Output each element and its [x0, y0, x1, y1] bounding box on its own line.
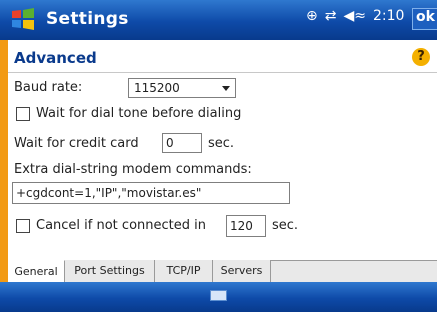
connectivity-icon[interactable]: ⊕: [306, 8, 318, 24]
clock[interactable]: 2:10: [373, 8, 404, 24]
wait-credit-card-label: Wait for credit card: [14, 136, 139, 151]
ok-button[interactable]: ok: [412, 8, 437, 30]
tab-tcp-ip[interactable]: TCP/IP: [155, 260, 213, 282]
speaker-icon[interactable]: ◀︎≈: [343, 8, 366, 24]
status-area: ⊕ ⇄ ◀︎≈ 2:10: [306, 8, 404, 24]
menu-bar: [0, 282, 437, 312]
sec-label: sec.: [272, 218, 299, 233]
baud-rate-dropdown[interactable]: 115200: [128, 78, 236, 98]
help-icon[interactable]: ?: [412, 48, 430, 66]
chevron-down-icon: [222, 86, 230, 91]
divider: [8, 72, 437, 73]
extra-dial-label: Extra dial-string modem commands:: [14, 162, 252, 177]
tab-servers[interactable]: Servers: [213, 260, 271, 282]
signal-icon[interactable]: ⇄: [325, 8, 337, 24]
cancel-checkbox[interactable]: [16, 219, 30, 233]
keyboard-icon[interactable]: [210, 290, 227, 301]
baud-rate-value: 115200: [134, 81, 180, 95]
wait-dial-tone-label: Wait for dial tone before dialing: [36, 106, 242, 121]
cancel-timeout-input[interactable]: 120: [226, 215, 266, 237]
window-title: Settings: [46, 9, 129, 29]
settings-panel: Advanced ? Baud rate: 115200 Wait for di…: [8, 40, 437, 260]
tab-bar: General Port Settings TCP/IP Servers: [8, 260, 437, 283]
page-title: Advanced: [14, 49, 97, 67]
sec-label: sec.: [208, 136, 235, 151]
windows-start-icon[interactable]: [10, 7, 36, 31]
cancel-label: Cancel if not connected in: [36, 218, 206, 233]
wait-dial-tone-checkbox[interactable]: [16, 107, 30, 121]
tab-general[interactable]: General: [8, 260, 65, 282]
wait-credit-card-input[interactable]: 0: [162, 133, 202, 153]
tab-port-settings[interactable]: Port Settings: [65, 260, 155, 282]
baud-rate-label: Baud rate:: [14, 80, 83, 95]
extra-dial-input[interactable]: +cgdcont=1,"IP","movistar.es": [12, 182, 290, 204]
title-bar: Settings ⊕ ⇄ ◀︎≈ 2:10 ok: [0, 0, 437, 40]
